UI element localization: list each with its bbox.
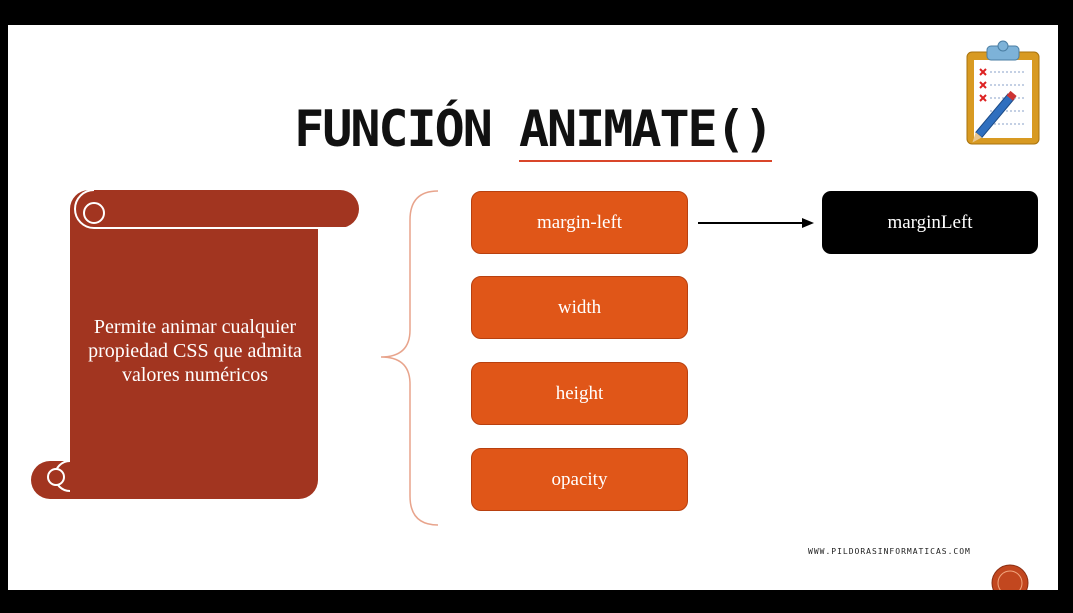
arrow-right-icon <box>698 218 814 228</box>
bottom-letterbox <box>0 590 1073 613</box>
logo-icon <box>991 564 1029 590</box>
top-letterbox <box>0 0 1073 25</box>
camel-case-result-box: marginLeft <box>822 191 1038 254</box>
website-url: WWW.PILDORASINFORMATICAS.COM <box>808 547 971 556</box>
scroll-description: Permite animar cualquier propiedad CSS q… <box>88 316 302 386</box>
slide: FUNCIÓN ANIMATE() Permite animar cualqui <box>8 25 1058 590</box>
property-box-height: height <box>471 362 688 425</box>
slide-title: FUNCIÓN ANIMATE() <box>8 99 1058 159</box>
clipboard-checklist-icon <box>966 40 1040 145</box>
property-box-opacity: opacity <box>471 448 688 511</box>
property-box-width: width <box>471 276 688 339</box>
curly-brace <box>380 190 438 526</box>
property-box-margin-left: margin-left <box>471 191 688 254</box>
title-prefix: FUNCIÓN <box>294 100 519 158</box>
title-keyword: ANIMATE() <box>518 100 774 158</box>
